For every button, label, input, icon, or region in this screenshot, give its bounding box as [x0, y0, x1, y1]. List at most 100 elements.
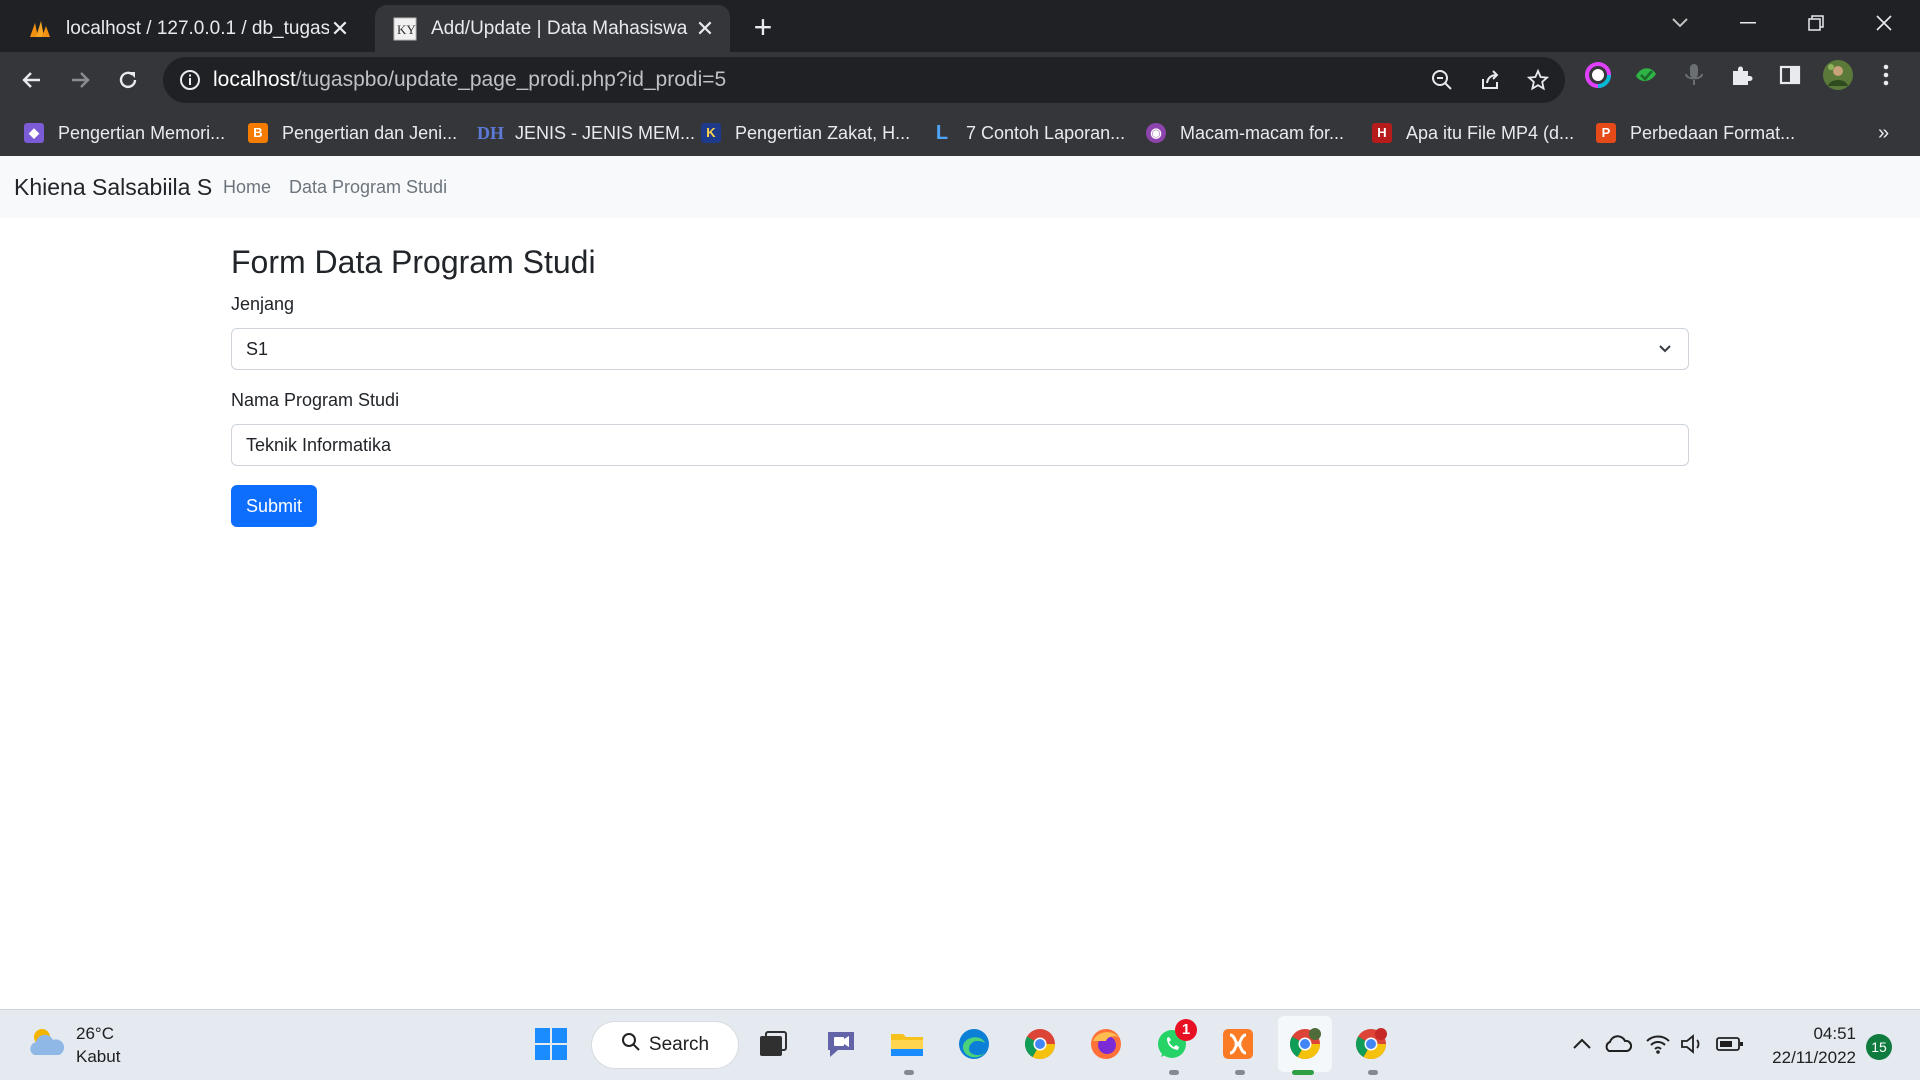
chrome-profile-icon[interactable] — [1285, 1024, 1325, 1064]
file-explorer-icon[interactable] — [887, 1024, 927, 1064]
battery-icon[interactable] — [1710, 1024, 1750, 1064]
url-host: localhost — [213, 68, 296, 91]
bookmarks-overflow-button[interactable]: » — [1878, 110, 1889, 156]
close-icon[interactable]: ✕ — [329, 16, 351, 41]
search-label: Search — [648, 1034, 710, 1055]
show-hidden-icons-chevron-icon[interactable] — [1562, 1024, 1602, 1064]
bookmark-item[interactable]: K Pengertian Zakat, H... — [701, 110, 910, 156]
bookmark-label: Perbedaan Format... — [1630, 122, 1796, 143]
page-title: Form Data Program Studi — [231, 244, 596, 280]
bookmark-item[interactable]: ◉ Macam-macam for... — [1146, 110, 1344, 156]
minimize-icon[interactable] — [1718, 6, 1778, 40]
bookmark-label: Apa itu File MP4 (d... — [1406, 122, 1575, 143]
running-indicator — [904, 1070, 914, 1075]
browser-toolbar: localhost/tugaspbo/update_page_prodi.php… — [0, 52, 1920, 156]
firefox-icon[interactable] — [1086, 1024, 1126, 1064]
search-icon — [621, 1032, 641, 1058]
running-indicator — [1235, 1070, 1245, 1075]
weather-widget[interactable]: 26°C Kabut — [26, 1022, 120, 1068]
clock-time: 04:51 — [1813, 1024, 1856, 1043]
bookmark-favicon-icon: P — [1596, 123, 1616, 143]
forward-icon[interactable] — [62, 62, 98, 98]
bookmark-label: Pengertian dan Jeni... — [282, 122, 458, 143]
bookmark-label: 7 Contoh Laporan... — [966, 122, 1126, 143]
tab-phpmyadmin[interactable]: localhost / 127.0.0.1 / db_tugaspl ✕ — [10, 5, 365, 52]
reload-icon[interactable] — [110, 62, 146, 98]
bookmark-item[interactable]: B Pengertian dan Jeni... — [248, 110, 457, 156]
tab-search-chevron-icon[interactable] — [1650, 6, 1710, 40]
teams-chat-icon[interactable] — [821, 1024, 861, 1064]
grammar-extension-icon[interactable] — [1630, 59, 1662, 91]
svg-text:KY: KY — [397, 22, 416, 37]
bookmark-item[interactable]: L 7 Contoh Laporan... — [932, 110, 1125, 156]
bookmark-item[interactable]: DH JENIS - JENIS MEM... — [477, 110, 695, 156]
tab-title: Add/Update | Data Mahasiswa — [431, 17, 688, 39]
bookmark-favicon-icon: K — [701, 123, 721, 143]
tab-active[interactable]: KY Add/Update | Data Mahasiswa ✕ — [375, 5, 730, 52]
windows-taskbar: 26°C Kabut Search 1 04:51 22/11/2022 15 — [0, 1009, 1920, 1080]
url-text: localhost/tugaspbo/update_page_prodi.php… — [213, 57, 726, 103]
chrome-menu-icon[interactable] — [1870, 59, 1902, 91]
bookmark-favicon-icon: ◉ — [1146, 123, 1166, 143]
onedrive-cloud-icon[interactable] — [1598, 1024, 1638, 1064]
new-tab-button[interactable]: + — [748, 11, 778, 43]
whatsapp-unread-badge: 1 — [1175, 1019, 1197, 1041]
url-path: /tugaspbo/update_page_prodi.php?id_prodi… — [295, 68, 727, 91]
blogger-icon: B — [248, 123, 268, 143]
microphone-icon[interactable] — [1678, 59, 1710, 91]
address-bar[interactable]: localhost/tugaspbo/update_page_prodi.php… — [163, 57, 1565, 103]
bookmark-item[interactable]: P Perbedaan Format... — [1596, 110, 1795, 156]
close-window-icon[interactable] — [1854, 6, 1914, 40]
bookmark-favicon-icon: H — [1372, 123, 1392, 143]
chrome-second-profile-icon[interactable] — [1351, 1024, 1391, 1064]
submit-button[interactable]: Submit — [231, 485, 317, 527]
site-navbar: Khiena Salsabiila S Home Data Program St… — [0, 156, 1920, 218]
dh-site-icon: DH — [477, 123, 504, 143]
taskbar-search[interactable]: Search — [592, 1022, 738, 1068]
chevron-down-icon — [1658, 329, 1672, 383]
side-panel-icon[interactable] — [1774, 59, 1806, 91]
bookmark-star-icon[interactable] — [1523, 65, 1553, 95]
volume-icon[interactable] — [1672, 1024, 1712, 1064]
share-icon[interactable] — [1475, 65, 1505, 95]
active-indicator — [1292, 1070, 1314, 1075]
task-view-icon[interactable] — [753, 1024, 793, 1064]
zoom-icon[interactable] — [1427, 65, 1457, 95]
bookmark-item[interactable]: ◆ Pengertian Memori... — [24, 110, 225, 156]
jenjang-select[interactable]: S1 — [231, 328, 1689, 370]
phpmyadmin-icon — [28, 17, 52, 41]
chrome-icon[interactable] — [1020, 1024, 1060, 1064]
extensions-puzzle-icon[interactable] — [1726, 59, 1758, 91]
profile-avatar[interactable] — [1822, 59, 1854, 91]
running-indicator — [1368, 1070, 1378, 1075]
bookmark-item[interactable]: H Apa itu File MP4 (d... — [1372, 110, 1574, 156]
back-icon[interactable] — [14, 62, 50, 98]
bookmark-label: Macam-macam for... — [1180, 122, 1345, 143]
jenjang-selected-value: S1 — [246, 339, 269, 359]
color-picker-extension-icon[interactable] — [1582, 59, 1614, 91]
system-clock[interactable]: 04:51 22/11/2022 — [1750, 1022, 1856, 1070]
bookmark-favicon-icon: ◆ — [24, 123, 44, 143]
nama-program-studi-input[interactable]: Teknik Informatika — [231, 424, 1689, 466]
nav-link-data-program-studi[interactable]: Data Program Studi — [289, 156, 447, 218]
nama-program-studi-value: Teknik Informatika — [246, 435, 392, 455]
close-icon[interactable]: ✕ — [694, 16, 716, 41]
edge-icon[interactable] — [954, 1024, 994, 1064]
site-info-icon[interactable] — [175, 65, 205, 95]
cloudy-weather-icon — [26, 1025, 66, 1066]
tab-title: localhost / 127.0.0.1 / db_tugaspl — [66, 17, 329, 39]
navbar-brand[interactable]: Khiena Salsabiila S — [14, 156, 212, 218]
page-viewport: Khiena Salsabiila S Home Data Program St… — [0, 156, 1920, 1009]
bookmark-label: Pengertian Memori... — [58, 122, 226, 143]
bookmark-label: Pengertian Zakat, H... — [735, 122, 911, 143]
bookmark-label: JENIS - JENIS MEM... — [515, 122, 696, 143]
running-indicator — [1169, 1070, 1179, 1075]
nav-link-home[interactable]: Home — [223, 156, 271, 218]
notification-count-badge[interactable]: 15 — [1866, 1034, 1892, 1060]
jenjang-label: Jenjang — [231, 294, 295, 314]
xampp-icon[interactable] — [1218, 1024, 1258, 1064]
weather-temperature: 26°C — [76, 1024, 114, 1043]
start-windows-icon[interactable] — [531, 1024, 571, 1064]
restore-icon[interactable] — [1786, 6, 1846, 40]
bookmarks-bar: ◆ Pengertian Memori... B Pengertian dan … — [0, 110, 1920, 156]
